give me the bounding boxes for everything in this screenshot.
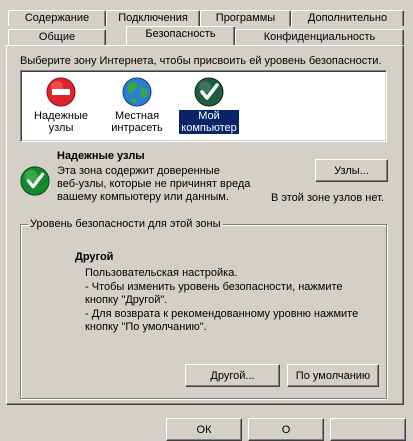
tab-content[interactable]: Содержание xyxy=(8,10,106,26)
zone-trusted-sites[interactable]: Надежные узлы xyxy=(27,75,95,134)
cancel-button[interactable]: О xyxy=(248,418,324,441)
zone-my-computer-label: Мой компьютер xyxy=(178,109,240,135)
tab-advanced[interactable]: Дополнительно xyxy=(291,10,404,26)
tab-security[interactable]: Безопасность xyxy=(126,26,235,45)
security-level-description: Пользовательская настройка. - Чтобы изме… xyxy=(85,267,359,333)
security-level-heading: Другой xyxy=(75,251,114,263)
zone-local-intranet[interactable]: Местная интрасеть xyxy=(103,75,171,134)
custom-level-button[interactable]: Другой... xyxy=(185,364,280,387)
zone-intranet-label: Местная интрасеть xyxy=(111,110,163,134)
apply-button[interactable] xyxy=(330,418,406,441)
tab-programs[interactable]: Программы xyxy=(200,10,291,26)
globe-icon xyxy=(122,77,152,107)
sites-button[interactable]: Узлы... xyxy=(315,159,388,182)
ok-button[interactable]: ОК xyxy=(166,418,242,441)
default-level-button[interactable]: По умолчанию xyxy=(287,364,379,387)
tab-connections[interactable]: Подключения xyxy=(106,10,200,26)
sites-status: В этой зоне узлов нет. xyxy=(271,192,384,204)
zone-list[interactable]: Надежные узлы Местная интрасеть Мой компьют… xyxy=(20,70,387,142)
checkmark-icon xyxy=(194,77,224,107)
zone-title: Надежные узлы xyxy=(57,150,145,162)
zone-description: Эта зона содержит доверенные веб-узлы, к… xyxy=(57,165,251,203)
tab-general[interactable]: Общие xyxy=(8,29,106,45)
zone-my-computer[interactable]: Мой компьютер xyxy=(175,75,243,135)
checkmark-icon xyxy=(20,166,50,196)
zone-trusted-label: Надежные узлы xyxy=(34,110,88,134)
tab-privacy[interactable]: Конфиденциальность xyxy=(235,29,404,45)
no-entry-icon xyxy=(46,77,76,107)
security-level-legend: Уровень безопасности для этой зоны xyxy=(28,217,223,231)
zone-prompt: Выберите зону Интернета, чтобы присвоить… xyxy=(20,55,382,67)
